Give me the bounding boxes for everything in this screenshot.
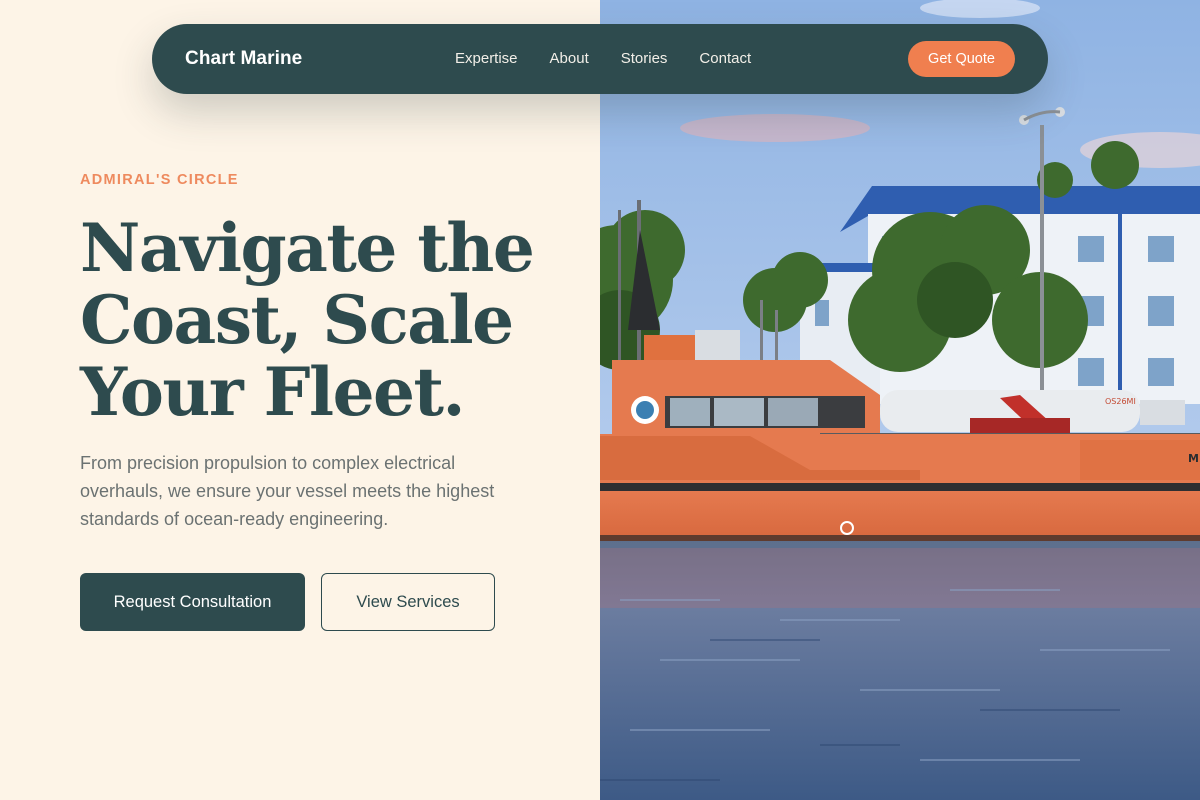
hero-photo: OS26MI M — [600, 0, 1200, 800]
nav-link-about[interactable]: About — [550, 24, 589, 94]
headline-line: Coast, Scale — [80, 281, 514, 359]
top-navigation: Chart Marine Expertise About Stories Con… — [152, 24, 1048, 94]
nav-link-stories[interactable]: Stories — [621, 24, 668, 94]
boat-photo-illustration: OS26MI M — [600, 0, 1200, 800]
hero-headline: Navigate the Coast, Scale Your Fleet. — [80, 212, 580, 428]
headline-line: Navigate the — [80, 209, 535, 287]
view-services-button[interactable]: View Services — [321, 573, 495, 631]
nav-link-expertise[interactable]: Expertise — [455, 24, 518, 94]
nav-links: Expertise About Stories Contact — [455, 24, 783, 94]
hero-content: ADMIRAL'S CIRCLE Navigate the Coast, Sca… — [0, 0, 600, 800]
hull-letter: M — [1188, 452, 1199, 465]
hero-eyebrow: ADMIRAL'S CIRCLE — [80, 172, 239, 188]
headline-line: Your Fleet. — [80, 353, 466, 431]
hero-lead: From precision propulsion to complex ele… — [80, 453, 495, 529]
brand-logo[interactable]: Chart Marine — [185, 24, 302, 94]
request-consultation-button[interactable]: Request Consultation — [80, 573, 305, 631]
hull-marking: OS26MI — [1105, 397, 1136, 406]
get-quote-button[interactable]: Get Quote — [908, 41, 1015, 77]
nav-link-contact[interactable]: Contact — [699, 24, 751, 94]
